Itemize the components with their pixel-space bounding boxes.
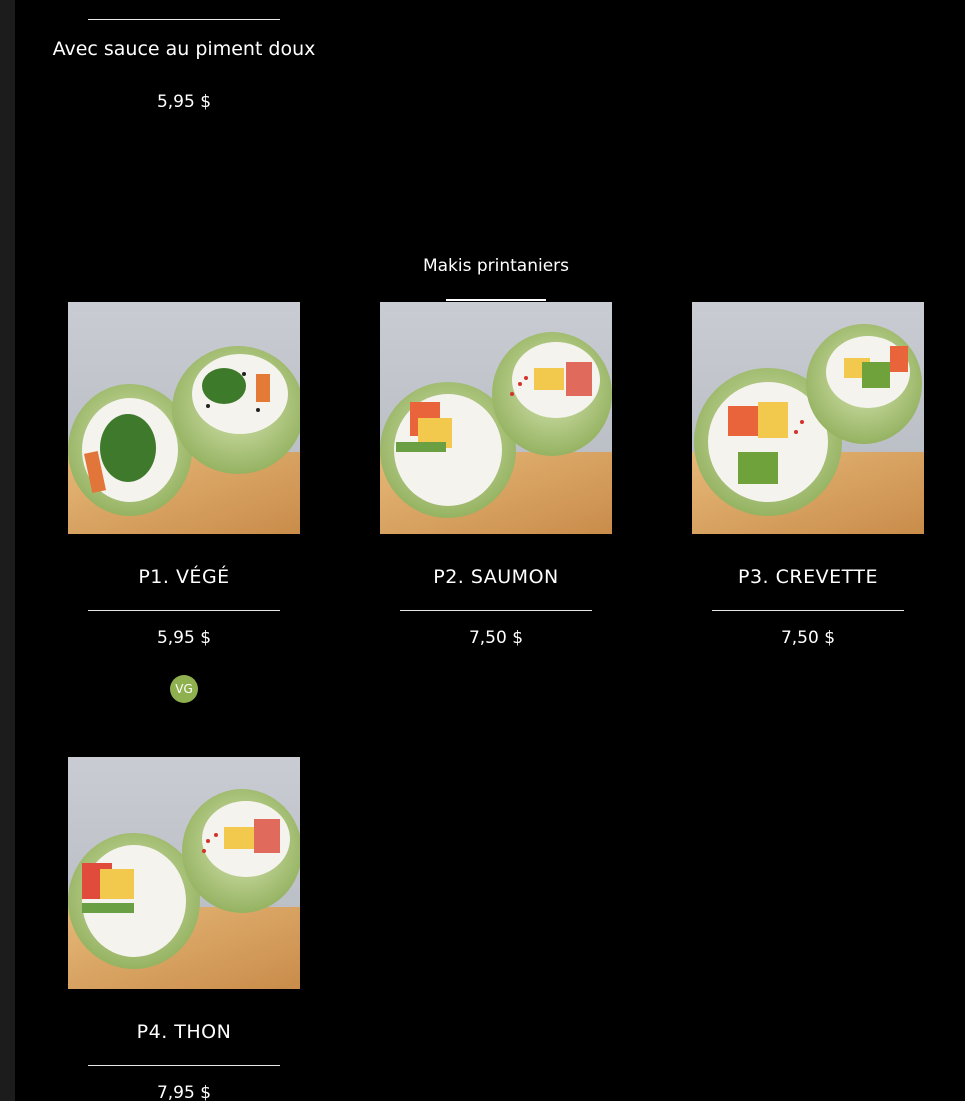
menu-page: Avec sauce au piment doux 5,95 $ Makis p… xyxy=(0,0,965,1101)
item-price: 7,50 $ xyxy=(780,628,836,648)
vege-roll-photo[interactable] xyxy=(68,302,300,534)
item-name: P4. THON xyxy=(136,1021,232,1043)
item-divider xyxy=(712,610,904,611)
item-name: P3. CREVETTE xyxy=(738,566,878,588)
item-price: 7,95 $ xyxy=(156,1083,212,1101)
crevette-roll-photo[interactable] xyxy=(692,302,924,534)
previous-item-description: Avec sauce au piment doux xyxy=(52,38,316,60)
section-title: Makis printaniers xyxy=(422,256,570,276)
left-rail xyxy=(0,0,15,1101)
vegan-badge: VG xyxy=(170,675,198,703)
item-divider xyxy=(88,610,280,611)
item-divider xyxy=(400,610,592,611)
section-title-underline xyxy=(446,299,546,301)
thon-roll-photo[interactable] xyxy=(68,757,300,989)
previous-item-divider xyxy=(88,19,280,20)
item-divider xyxy=(88,1065,280,1066)
previous-item-price: 5,95 $ xyxy=(156,92,212,112)
saumon-roll-photo[interactable] xyxy=(380,302,612,534)
